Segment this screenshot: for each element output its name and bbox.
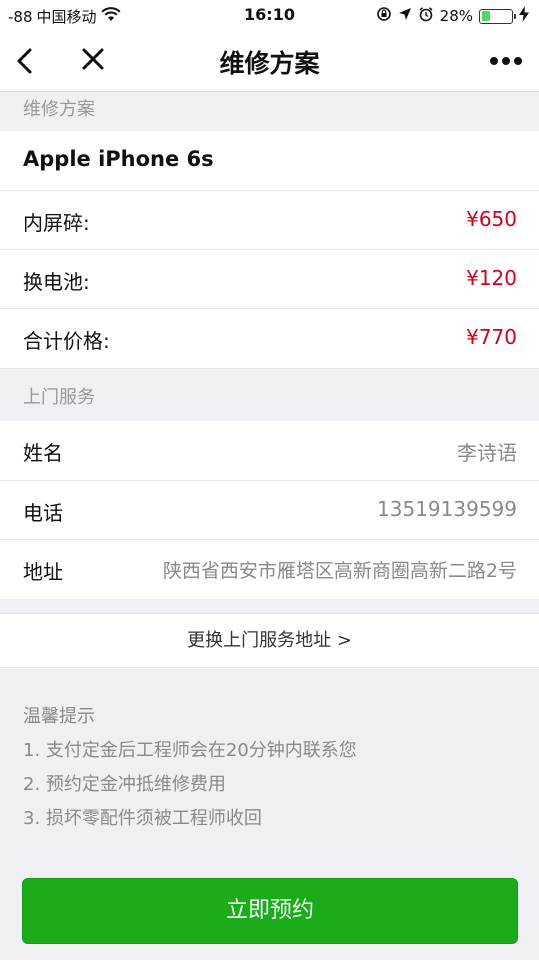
total-label: 合计价格: <box>23 329 110 353</box>
repair-item-row: 换电池: ¥120 <box>0 250 539 309</box>
total-row: 合计价格: ¥770 <box>0 309 539 368</box>
battery-level <box>481 11 490 21</box>
close-icon <box>82 48 104 70</box>
total-price: ¥770 <box>466 325 517 349</box>
address-value: 陕西省西安市雁塔区高新商圈高新二路2号 <box>162 560 517 582</box>
repair-item-label: 内屏碎: <box>23 211 90 235</box>
status-bar: -88 中国移动 16:10 28% <box>0 0 539 30</box>
contact-address-row: 地址 陕西省西安市雁塔区高新商圈高新二路2号 <box>0 540 539 599</box>
more-button[interactable] <box>485 42 527 80</box>
repair-item-label: 换电池: <box>23 270 90 294</box>
status-right: 28% <box>376 6 529 26</box>
section-header-service: 上门服务 <box>0 368 539 420</box>
orientation-lock-icon <box>376 6 392 26</box>
repair-item-row: 内屏碎: ¥650 <box>0 191 539 250</box>
location-icon <box>398 7 412 25</box>
battery-icon <box>479 8 516 24</box>
name-value: 李诗语 <box>457 441 517 465</box>
contact-name-row: 姓名 李诗语 <box>0 421 539 480</box>
back-button[interactable] <box>10 42 48 80</box>
book-now-button[interactable]: 立即预约 <box>22 878 518 944</box>
section-header-plan: 维修方案 <box>0 93 539 131</box>
nav-bar: 维修方案 <box>0 30 539 92</box>
change-address-link[interactable]: 更换上门服务地址 > <box>0 613 539 668</box>
phone-label: 电话 <box>23 501 63 525</box>
tip-line: 1. 支付定金后工程师会在20分钟内联系您 <box>23 740 357 761</box>
device-name: Apple iPhone 6s <box>23 147 214 171</box>
phone-value: 13519139599 <box>377 497 517 521</box>
repair-item-price: ¥120 <box>466 266 517 290</box>
repair-item-price: ¥650 <box>466 207 517 231</box>
close-button[interactable] <box>76 42 114 80</box>
tips-title: 温馨提示 <box>23 706 95 727</box>
name-label: 姓名 <box>23 441 63 465</box>
address-label: 地址 <box>23 560 63 584</box>
device-row: Apple iPhone 6s <box>0 131 539 190</box>
tips-block: 温馨提示 1. 支付定金后工程师会在20分钟内联系您 2. 预约定金冲抵维修费用… <box>23 700 357 836</box>
tip-line: 3. 损坏零配件须被工程师收回 <box>23 808 262 829</box>
battery-percent: 28% <box>439 7 473 25</box>
more-icon <box>490 57 522 65</box>
chevron-left-icon <box>17 48 32 74</box>
contact-phone-row: 电话 13519139599 <box>0 481 539 540</box>
alarm-icon <box>418 6 434 26</box>
tip-line: 2. 预约定金冲抵维修费用 <box>23 774 226 795</box>
charging-icon <box>519 6 529 26</box>
